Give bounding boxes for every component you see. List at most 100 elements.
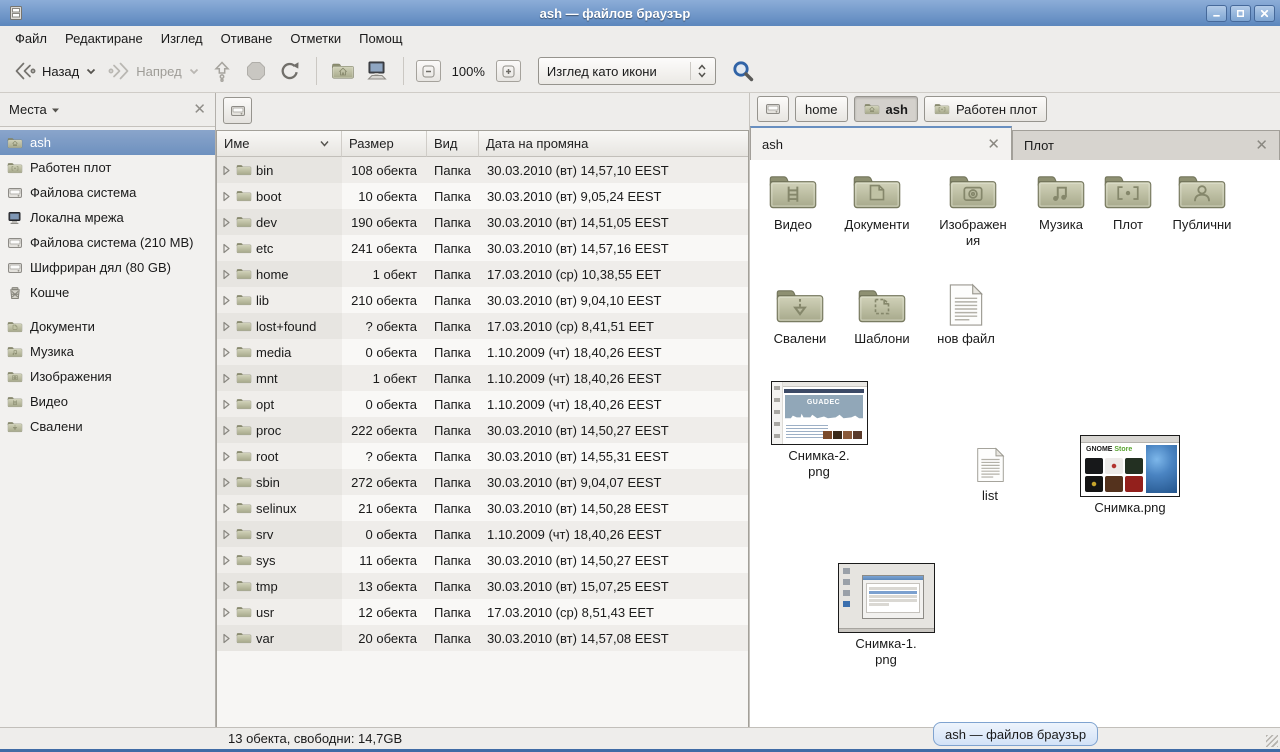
tree-cell-name: sys	[217, 547, 342, 573]
table-row[interactable]: var20 обектаПапка30.03.2010 (вт) 14,57,0…	[217, 625, 748, 651]
zoom-out-button[interactable]	[416, 60, 441, 82]
table-row[interactable]: sys11 обектаПапка30.03.2010 (вт) 14,50,2…	[217, 547, 748, 573]
stop-button[interactable]	[239, 55, 273, 87]
sidebar-item-Видео[interactable]: Видео	[0, 389, 215, 414]
table-row[interactable]: usr12 обектаПапка17.03.2010 (ср) 8,51,43…	[217, 599, 748, 625]
icon-view-item-Снимка.png[interactable]: GNOME Store Снимка.png	[1078, 435, 1182, 516]
table-row[interactable]: root? обектаПапка30.03.2010 (вт) 14,55,3…	[217, 443, 748, 469]
menu-item-Отметки[interactable]: Отметки	[281, 28, 350, 49]
sidebar-item-ash[interactable]: ash	[0, 130, 215, 155]
table-row[interactable]: dev190 обектаПапка30.03.2010 (вт) 14,51,…	[217, 209, 748, 235]
view-mode-select[interactable]: Изглед като икони	[538, 57, 716, 85]
expander-icon[interactable]	[221, 295, 232, 306]
table-row[interactable]: etc241 обектаПапка30.03.2010 (вт) 14,57,…	[217, 235, 748, 261]
tab-Плот[interactable]: Плот✕	[1012, 130, 1280, 160]
menu-item-Изглед[interactable]: Изглед	[152, 28, 212, 49]
file-size: 190 обекта	[342, 215, 427, 230]
column-header-type[interactable]: Вид	[427, 131, 479, 157]
icon-view-item-нов-файл[interactable]: нов файл	[914, 282, 1018, 347]
icon-view-item-Документи[interactable]: Документи	[825, 170, 929, 233]
resize-grip[interactable]	[1266, 735, 1278, 747]
menu-item-Файл[interactable]: Файл	[6, 28, 56, 49]
sidebar-item-Локална мрежа[interactable]: Локална мрежа	[0, 205, 215, 230]
menu-item-Отиване[interactable]: Отиване	[212, 28, 282, 49]
sidebar-close-icon[interactable]: ✕	[193, 102, 206, 117]
table-row[interactable]: mnt1 обектПапка1.10.2009 (чт) 18,40,26 E…	[217, 365, 748, 391]
table-row[interactable]: sbin272 обектаПапка30.03.2010 (вт) 9,04,…	[217, 469, 748, 495]
expander-icon[interactable]	[221, 607, 232, 618]
table-row[interactable]: selinux21 обектаПапка30.03.2010 (вт) 14,…	[217, 495, 748, 521]
sidebar-item-Документи[interactable]: Документи	[0, 314, 215, 339]
icon-view-item-list[interactable]: list	[938, 445, 1042, 504]
reload-button[interactable]	[273, 55, 307, 87]
sidebar-item-Файлова система[interactable]: Файлова система	[0, 180, 215, 205]
expander-icon[interactable]	[221, 503, 232, 514]
forward-icon	[107, 59, 131, 83]
table-row[interactable]: lost+found? обектаПапка17.03.2010 (ср) 8…	[217, 313, 748, 339]
expander-icon[interactable]	[221, 529, 232, 540]
expander-icon[interactable]	[221, 425, 232, 436]
sidebar-item-Изображения[interactable]: Изображения	[0, 364, 215, 389]
tab-close-icon[interactable]: ✕	[987, 137, 1000, 152]
search-button[interactable]	[728, 56, 758, 86]
expander-icon[interactable]	[221, 217, 232, 228]
expander-icon[interactable]	[221, 581, 232, 592]
back-history-chevron-icon[interactable]	[85, 65, 97, 77]
close-button[interactable]	[1254, 5, 1275, 22]
sidebar-item-Файлова система (210 MB)[interactable]: Файлова система (210 MB)	[0, 230, 215, 255]
sidebar-item-Шифриран дял (80 GB)[interactable]: Шифриран дял (80 GB)	[0, 255, 215, 280]
expander-icon[interactable]	[221, 373, 232, 384]
tab-close-icon[interactable]: ✕	[1255, 138, 1268, 153]
expander-icon[interactable]	[221, 633, 232, 644]
pathbar-button-ash[interactable]: ash	[854, 96, 918, 122]
table-row[interactable]: media0 обектаПапка1.10.2009 (чт) 18,40,2…	[217, 339, 748, 365]
zoom-in-button[interactable]	[496, 60, 521, 82]
pathbar-button-Работен плот[interactable]: Работен плот	[924, 96, 1047, 122]
home-button[interactable]	[326, 55, 360, 87]
expander-icon[interactable]	[221, 477, 232, 488]
sidebar-item-Свалени[interactable]: Свалени	[0, 414, 215, 439]
up-button[interactable]	[205, 55, 239, 87]
expander-icon[interactable]	[221, 165, 232, 176]
forward-button[interactable]: Напред	[102, 55, 204, 87]
chevron-down-icon[interactable]	[50, 105, 61, 116]
expander-icon[interactable]	[221, 399, 232, 410]
menu-item-Редактиране[interactable]: Редактиране	[56, 28, 152, 49]
column-header-name[interactable]: Име	[217, 131, 342, 157]
pathbar-button-root[interactable]	[757, 96, 789, 122]
pathbar-button-home[interactable]: home	[795, 96, 848, 122]
expander-icon[interactable]	[221, 191, 232, 202]
table-row[interactable]: boot10 обектаПапка30.03.2010 (вт) 9,05,2…	[217, 183, 748, 209]
icon-view-item-Публични[interactable]: Публични	[1150, 170, 1254, 233]
table-row[interactable]: srv0 обектаПапка1.10.2009 (чт) 18,40,26 …	[217, 521, 748, 547]
sidebar-item-Кошче[interactable]: Кошче	[0, 280, 215, 305]
column-header-date[interactable]: Дата на промяна	[479, 131, 748, 157]
tab-ash[interactable]: ash✕	[750, 126, 1012, 160]
back-button[interactable]: Назад	[8, 55, 102, 87]
expander-icon[interactable]	[221, 243, 232, 254]
expander-icon[interactable]	[221, 451, 232, 462]
sidebar-item-Музика[interactable]: Музика	[0, 339, 215, 364]
table-row[interactable]: lib210 обектаПапка30.03.2010 (вт) 9,04,1…	[217, 287, 748, 313]
minimize-button[interactable]	[1206, 5, 1227, 22]
expander-icon[interactable]	[221, 321, 232, 332]
table-row[interactable]: opt0 обектаПапка1.10.2009 (чт) 18,40,26 …	[217, 391, 748, 417]
table-row[interactable]: home1 обектПапка17.03.2010 (ср) 10,38,55…	[217, 261, 748, 287]
table-row[interactable]: proc222 обектаПапка30.03.2010 (вт) 14,50…	[217, 417, 748, 443]
column-header-size[interactable]: Размер	[342, 131, 427, 157]
icon-view-item-Снимка-2.-png[interactable]: GUADEC Снимка-2. png	[767, 381, 871, 480]
sidebar-title[interactable]: Места	[9, 102, 47, 117]
root-location-button[interactable]	[223, 97, 252, 124]
expander-icon[interactable]	[221, 269, 232, 280]
icon-view-item-Снимка-1.-png[interactable]: Снимка-1. png	[834, 563, 938, 668]
folder-icon	[236, 630, 252, 646]
forward-history-chevron-icon[interactable]	[188, 65, 200, 77]
expander-icon[interactable]	[221, 347, 232, 358]
table-row[interactable]: tmp13 обектаПапка30.03.2010 (вт) 15,07,2…	[217, 573, 748, 599]
sidebar-item-Работен плот[interactable]: Работен плот	[0, 155, 215, 180]
table-row[interactable]: bin108 обектаПапка30.03.2010 (вт) 14,57,…	[217, 157, 748, 183]
expander-icon[interactable]	[221, 555, 232, 566]
computer-button[interactable]	[360, 55, 394, 87]
maximize-button[interactable]	[1230, 5, 1251, 22]
menu-item-Помощ[interactable]: Помощ	[350, 28, 411, 49]
